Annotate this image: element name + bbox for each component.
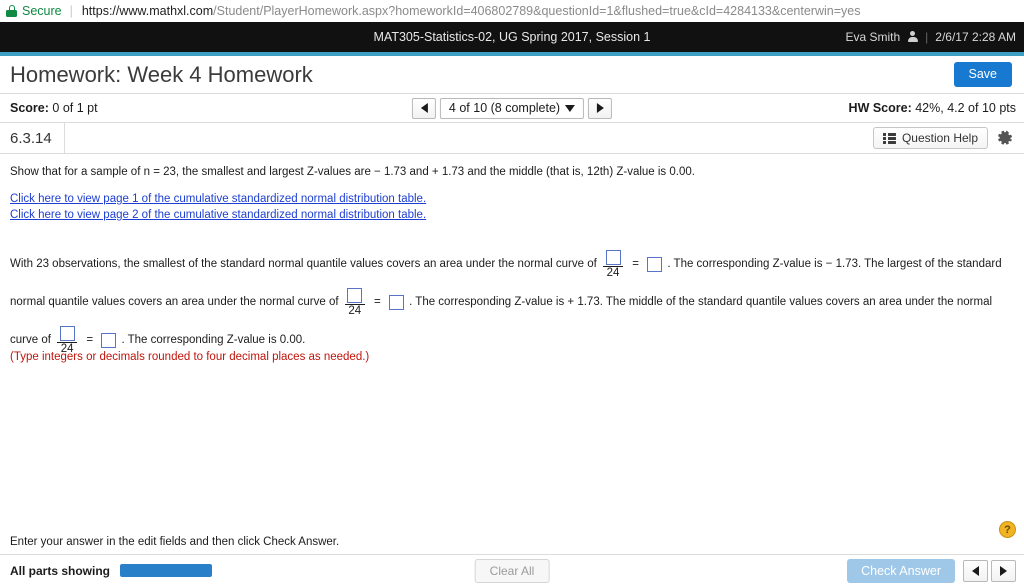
clear-all-button[interactable]: Clear All bbox=[474, 558, 550, 583]
parts-showing-label: All parts showing bbox=[10, 563, 111, 578]
parts-progress-bar bbox=[120, 564, 213, 577]
equals-sign-3: = bbox=[86, 334, 94, 347]
answer-text-segment-1: With 23 observations, the smallest of th… bbox=[10, 258, 597, 271]
denominator-2: 24 bbox=[348, 304, 362, 317]
person-icon[interactable] bbox=[907, 31, 918, 43]
question-help-label: Question Help bbox=[901, 131, 978, 145]
hw-score-label: HW Score: bbox=[848, 101, 912, 115]
triangle-left-icon bbox=[972, 565, 979, 576]
fraction-input-1[interactable]: 24 bbox=[603, 249, 624, 280]
lock-icon bbox=[6, 5, 17, 17]
question-selector-label: 4 of 10 (8 complete) bbox=[448, 101, 561, 115]
list-icon bbox=[882, 132, 896, 144]
user-name: Eva Smith bbox=[845, 30, 901, 44]
question-navigator: 4 of 10 (8 complete) bbox=[411, 97, 613, 119]
gear-icon[interactable] bbox=[997, 130, 1014, 147]
footer-actions: Check Answer bbox=[847, 558, 1016, 583]
header-user-area: Eva Smith | 2/6/17 2:28 AM bbox=[845, 22, 1016, 52]
numerator-input-1[interactable] bbox=[605, 249, 621, 265]
footer: Enter your answer in the edit fields and… bbox=[0, 521, 1024, 586]
save-button[interactable]: Save bbox=[953, 62, 1012, 87]
score-bar: Score: 0 of 1 pt 4 of 10 (8 complete) HW… bbox=[0, 94, 1024, 123]
parts-progress-fill bbox=[120, 564, 213, 577]
question-selector-dropdown[interactable]: 4 of 10 (8 complete) bbox=[439, 97, 585, 119]
page-title-bar: Homework: Week 4 Homework Save bbox=[0, 56, 1024, 94]
next-question-button[interactable] bbox=[588, 97, 613, 119]
numerator-input-2[interactable] bbox=[347, 287, 363, 303]
header-divider: | bbox=[925, 30, 929, 44]
triangle-left-icon bbox=[420, 103, 428, 113]
equals-sign-1: = bbox=[632, 258, 639, 271]
answer-input-1[interactable] bbox=[647, 256, 663, 272]
denominator-1: 24 bbox=[606, 266, 620, 279]
instruction-bar: Enter your answer in the edit fields and… bbox=[0, 521, 1024, 555]
distribution-table-link-2[interactable]: Click here to view page 2 of the cumulat… bbox=[10, 207, 1014, 223]
numerator-input-3[interactable] bbox=[59, 325, 75, 341]
triangle-right-icon bbox=[596, 103, 604, 113]
answer-input-3[interactable] bbox=[101, 332, 117, 348]
question-tools: Question Help bbox=[872, 127, 1024, 149]
question-statement: Show that for a sample of n = 23, the sm… bbox=[10, 166, 695, 178]
answer-format-hint: (Type integers or decimals rounded to fo… bbox=[10, 351, 370, 364]
hw-score-value: 42%, 4.2 of 10 pts bbox=[915, 101, 1016, 115]
triangle-right-icon bbox=[1000, 565, 1007, 576]
timestamp: 2/6/17 2:28 AM bbox=[935, 30, 1016, 44]
browser-url-bar[interactable]: Secure | https://www.mathxl.com/Student/… bbox=[0, 0, 1024, 22]
page-title: Homework: Week 4 Homework bbox=[10, 61, 313, 87]
score-label: Score: bbox=[10, 101, 49, 115]
distribution-table-link-1[interactable]: Click here to view page 1 of the cumulat… bbox=[10, 191, 1014, 207]
previous-question-button[interactable] bbox=[411, 97, 436, 119]
url-path: /Student/PlayerHomework.aspx?homeworkId=… bbox=[213, 4, 861, 18]
check-answer-button[interactable]: Check Answer bbox=[847, 558, 955, 583]
question-id-bar: 6.3.14 Question Help bbox=[0, 123, 1024, 154]
url-separator: | bbox=[69, 4, 73, 18]
hw-score-display: HW Score: 42%, 4.2 of 10 pts bbox=[849, 101, 1016, 115]
score-value: 0 of 1 pt bbox=[52, 101, 98, 115]
question-id: 6.3.14 bbox=[0, 123, 65, 153]
url-domain: https://www.mathxl.com bbox=[81, 4, 214, 18]
course-header: MAT305-Statistics-02, UG Spring 2017, Se… bbox=[0, 22, 1024, 52]
instruction-text: Enter your answer in the edit fields and… bbox=[10, 535, 340, 548]
footer-next-button[interactable] bbox=[991, 559, 1016, 582]
footer-previous-button[interactable] bbox=[963, 559, 988, 582]
chevron-down-icon bbox=[565, 104, 576, 112]
action-bar: All parts showing Clear All Check Answer bbox=[0, 555, 1024, 586]
answer-input-2[interactable] bbox=[388, 294, 404, 310]
footer-navigation bbox=[963, 559, 1016, 582]
secure-label: Secure bbox=[22, 4, 62, 18]
equals-sign-2: = bbox=[373, 296, 381, 309]
score-display: Score: 0 of 1 pt bbox=[10, 101, 98, 115]
fraction-input-2[interactable]: 24 bbox=[344, 287, 365, 318]
answer-area: With 23 observations, the smallest of th… bbox=[10, 245, 1014, 359]
question-help-button[interactable]: Question Help bbox=[872, 127, 988, 149]
help-question-mark-icon[interactable]: ? bbox=[999, 521, 1016, 538]
question-body: Show that for a sample of n = 23, the sm… bbox=[0, 154, 1024, 366]
answer-text-segment-4: . The corresponding Z-value is 0.00. bbox=[121, 334, 306, 347]
